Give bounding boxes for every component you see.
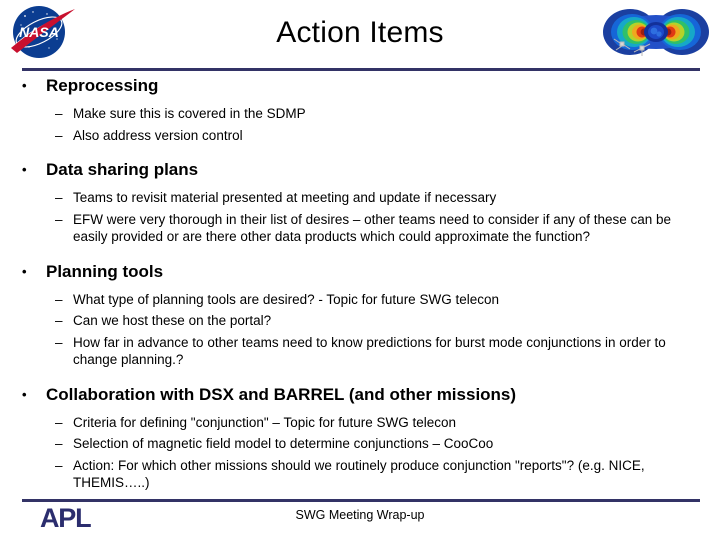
sub-bullet-text: Teams to revisit material presented at m…	[73, 190, 497, 205]
bullet-heading: Planning tools	[46, 261, 164, 281]
dash-glyph-icon: –	[55, 291, 63, 307]
sub-bullet-text: Make sure this is covered in the SDMP	[73, 106, 306, 121]
sub-bullet-item: – EFW were very thorough in their list o…	[0, 211, 720, 246]
slide-header: NASA Action Items	[0, 0, 720, 68]
sub-bullet-text: Selection of magnetic field model to det…	[73, 436, 494, 451]
dash-glyph-icon: –	[55, 313, 63, 328]
bullet-glyph-icon: •	[22, 263, 27, 279]
sub-bullet-text: Can we host these on the portal?	[73, 313, 272, 328]
sub-bullet-text: How far in advance to other teams need t…	[73, 334, 666, 368]
bullet-glyph-icon: •	[22, 386, 27, 402]
slide-body: • Reprocessing – Make sure this is cover…	[0, 74, 720, 494]
dash-glyph-icon: –	[55, 457, 63, 473]
sub-bullet-item: – What type of planning tools are desire…	[0, 291, 720, 309]
dash-glyph-icon: –	[55, 211, 63, 227]
bullet-item-planning-tools: • Planning tools	[0, 260, 720, 284]
bullet-heading: Reprocessing	[46, 76, 159, 95]
dash-glyph-icon: –	[55, 414, 63, 430]
bullet-heading: Data sharing plans	[46, 160, 199, 179]
bullet-item-reprocessing: • Reprocessing	[0, 74, 720, 98]
footer-label: SWG Meeting Wrap-up	[295, 508, 425, 522]
sub-bullet-item: – Teams to revisit material presented at…	[0, 189, 720, 207]
slide-footer: APL SWG Meeting Wrap-up	[0, 499, 720, 540]
sub-bullet-item: – Can we host these on the portal?	[0, 312, 720, 330]
sub-bullet-text: Criteria for defining "conjunction" – To…	[73, 414, 457, 430]
sub-bullet-item: – Make sure this is covered in the SDMP	[0, 105, 720, 123]
dash-glyph-icon: –	[55, 436, 63, 451]
bullet-glyph-icon: •	[22, 162, 27, 177]
dash-glyph-icon: –	[55, 127, 63, 143]
sub-bullet-item: – Criteria for defining "conjunction" – …	[0, 414, 720, 432]
dash-glyph-icon: –	[55, 106, 63, 121]
sub-bullet-text: What type of planning tools are desired?…	[73, 291, 499, 307]
sub-bullet-item: – Also address version control	[0, 127, 720, 145]
radiation-belt-image	[600, 2, 712, 62]
sub-bullet-item: – Action: For which other missions shoul…	[0, 457, 720, 492]
sub-bullet-item: – How far in advance to other teams need…	[0, 334, 720, 369]
header-divider	[22, 68, 700, 71]
sub-bullet-text: Also address version control	[73, 127, 243, 143]
bullet-item-collaboration: • Collaboration with DSX and BARREL (and…	[0, 383, 720, 407]
bullet-item-data-sharing-plans: • Data sharing plans	[0, 158, 720, 182]
sub-bullet-text: Action: For which other missions should …	[73, 457, 645, 491]
sub-bullet-text: EFW were very thorough in their list of …	[73, 211, 672, 245]
dash-glyph-icon: –	[55, 190, 63, 205]
dash-glyph-icon: –	[55, 334, 63, 350]
sub-bullet-item: – Selection of magnetic field model to d…	[0, 435, 720, 453]
bullet-heading: Collaboration with DSX and BARREL (and o…	[46, 384, 517, 404]
bullet-glyph-icon: •	[22, 78, 27, 93]
